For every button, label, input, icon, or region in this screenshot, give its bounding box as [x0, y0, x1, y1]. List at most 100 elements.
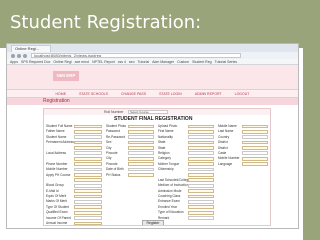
- field-label: Country: [218, 134, 230, 139]
- field-label: Student Name: [46, 134, 67, 139]
- menu-item-change-pass[interactable]: CHANGE PASS: [121, 90, 146, 97]
- slide-title: Student Registration:: [10, 12, 202, 33]
- form-row: Annual Income: [46, 221, 104, 225]
- field-input[interactable]: [74, 135, 102, 140]
- field-input[interactable]: [188, 216, 214, 220]
- field-input[interactable]: [128, 146, 154, 150]
- roll-number-label: Roll Number: [104, 110, 124, 114]
- field-input[interactable]: [242, 140, 268, 145]
- field-input[interactable]: [188, 140, 214, 145]
- bookmark-item[interactable]: ace enrol: [75, 59, 89, 64]
- bookmark-item[interactable]: Online Regi: [53, 59, 71, 64]
- field-input[interactable]: [74, 129, 102, 134]
- field-input[interactable]: [74, 205, 102, 210]
- field-input[interactable]: [74, 162, 102, 167]
- field-label: Permanent Address: [46, 140, 74, 145]
- bookmark-item[interactable]: Tutorial: [138, 59, 150, 64]
- field-input[interactable]: [128, 156, 154, 161]
- field-input[interactable]: [242, 156, 268, 161]
- field-input[interactable]: [128, 135, 154, 140]
- field-input[interactable]: [188, 183, 214, 188]
- field-input[interactable]: [188, 124, 214, 129]
- menu-item-state-login[interactable]: STATE LOGIN: [159, 90, 182, 97]
- register-button[interactable]: Register: [142, 220, 164, 225]
- field-input[interactable]: [74, 210, 102, 215]
- bookmark-item[interactable]: css 4: [118, 59, 126, 64]
- bookmark-item[interactable]: Adm Manager: [152, 59, 174, 64]
- bookmark-item[interactable]: Custom: [177, 59, 189, 64]
- browser-tab-bar: Online Regi...: [7, 44, 298, 52]
- back-icon[interactable]: [11, 54, 15, 58]
- field-input[interactable]: [74, 189, 102, 193]
- bookmark-item[interactable]: SPS Required Doc: [21, 59, 50, 64]
- field-input[interactable]: [188, 135, 214, 140]
- field-input[interactable]: [128, 129, 154, 134]
- field-input[interactable]: [128, 124, 154, 129]
- field-input[interactable]: [242, 124, 268, 129]
- field-label: First Name: [158, 129, 174, 134]
- field-input[interactable]: [74, 178, 102, 183]
- field-input[interactable]: [188, 162, 214, 167]
- field-input[interactable]: [128, 167, 154, 172]
- form-column-3: Upload Photo First Name Nationality State St…: [158, 124, 216, 221]
- field-input[interactable]: [74, 124, 102, 129]
- field-input[interactable]: [74, 199, 102, 204]
- field-input[interactable]: [188, 129, 214, 134]
- field-label: Category: [158, 156, 171, 161]
- url-field[interactable]: localhost:8080/nitmis_2/views.jsp#reg: [31, 53, 241, 58]
- menu-item-home[interactable]: HOME: [56, 90, 67, 97]
- field-input[interactable]: [74, 151, 102, 156]
- browser-screenshot: Online Regi... localhost:8080/nitmis_2/v…: [6, 43, 299, 229]
- field-label: Caste: [218, 150, 227, 155]
- field-input[interactable]: [128, 140, 154, 145]
- field-input[interactable]: [188, 210, 214, 215]
- menu-item-admin-report[interactable]: ADMIN REPORT: [195, 90, 222, 97]
- form-top-bar: Roll Number Select Course: [44, 109, 270, 115]
- bookmark-item[interactable]: seo: [129, 59, 135, 64]
- field-input[interactable]: [242, 129, 268, 134]
- bookmark-item[interactable]: Tutorial Series: [215, 59, 237, 64]
- field-input[interactable]: [188, 173, 214, 177]
- field-input[interactable]: [188, 167, 214, 172]
- field-input[interactable]: [74, 194, 102, 199]
- field-input[interactable]: [74, 183, 102, 188]
- field-input[interactable]: [188, 205, 214, 210]
- browser-tab[interactable]: Online Regi...: [11, 45, 51, 52]
- bookmark-item[interactable]: Student Reg: [192, 59, 211, 64]
- field-input[interactable]: [242, 135, 268, 140]
- field-input[interactable]: [242, 162, 268, 167]
- field-input[interactable]: [74, 167, 102, 172]
- field-input[interactable]: [74, 216, 102, 220]
- field-input[interactable]: [242, 146, 268, 150]
- form-column-2: Student Photo Password Re-Password Sex City P…: [106, 124, 156, 178]
- field-input[interactable]: [188, 194, 214, 199]
- reload-icon[interactable]: [23, 54, 27, 58]
- menu-item-logout[interactable]: LOGOUT: [235, 90, 250, 97]
- field-input[interactable]: [74, 146, 102, 150]
- field-input[interactable]: [188, 189, 214, 193]
- field-label: Type Of Student: [46, 204, 70, 209]
- site-menu: HOME STATE SCHOOLS CHANGE PASS STATE LOG…: [7, 89, 298, 98]
- bookmark-item[interactable]: Apps: [10, 59, 18, 64]
- field-input[interactable]: [74, 140, 102, 145]
- forward-icon[interactable]: [17, 54, 21, 58]
- field-input[interactable]: [128, 162, 154, 167]
- field-input[interactable]: [74, 156, 102, 161]
- field-input[interactable]: [188, 151, 214, 156]
- field-label: E-Mail Id: [46, 188, 59, 193]
- field-input[interactable]: [74, 221, 102, 225]
- field-label: Religion: [158, 150, 170, 155]
- field-input[interactable]: [74, 173, 102, 177]
- field-label: Enrolled Year: [158, 204, 177, 209]
- field-input[interactable]: [242, 151, 268, 156]
- field-input[interactable]: [188, 199, 214, 204]
- field-input[interactable]: [188, 146, 214, 150]
- field-input[interactable]: [128, 151, 154, 156]
- bookmark-item[interactable]: NPTEL Report: [92, 59, 115, 64]
- field-input[interactable]: [188, 156, 214, 161]
- course-select[interactable]: Select Course: [128, 110, 168, 114]
- menu-item-state-schools[interactable]: STATE SCHOOLS: [79, 90, 108, 97]
- section-title: Registration: [43, 98, 70, 104]
- field-input[interactable]: [188, 178, 214, 183]
- field-input[interactable]: [128, 173, 154, 177]
